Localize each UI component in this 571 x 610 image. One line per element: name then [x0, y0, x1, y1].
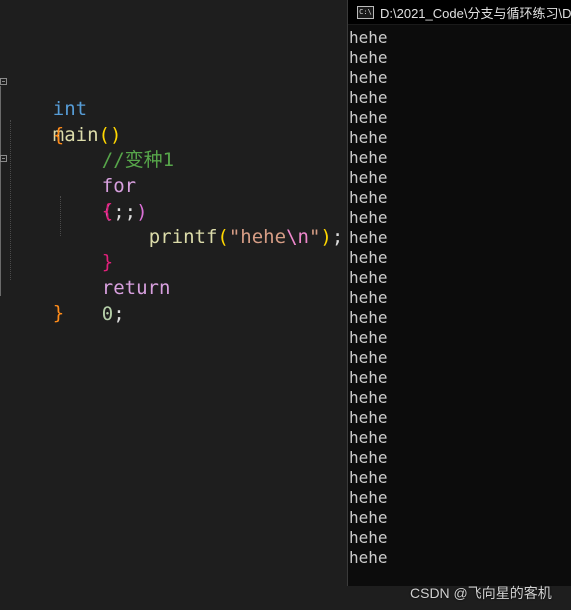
console-output-line: hehe [349, 268, 388, 287]
console-output-line: hehe [349, 188, 388, 207]
console-output-line: hehe [349, 548, 388, 567]
console-output-line: hehe [349, 68, 388, 87]
console-output-line: hehe [349, 448, 388, 467]
printf-escape-sequence: \n [286, 226, 309, 248]
printf-semicolon: ; [331, 226, 344, 248]
code-line-for-close-brace[interactable]: } [56, 223, 113, 273]
console-app-icon: C:\ [357, 5, 374, 19]
console-output-line: hehe [349, 408, 388, 427]
console-output-line: hehe [349, 308, 388, 327]
console-titlebar[interactable]: C:\ D:\2021_Code\分支与循环练习\Debug\ [348, 0, 571, 25]
code-line-for[interactable]: for (;;) [56, 147, 148, 223]
return-value: 0 [101, 303, 114, 325]
code-line-main[interactable]: int main() [7, 70, 122, 146]
console-output-line: hehe [349, 168, 388, 187]
gutter-fold-line [0, 86, 1, 296]
console-output-line: hehe [349, 328, 388, 347]
console-output-line: hehe [349, 488, 388, 507]
console-output-line: hehe [349, 428, 388, 447]
console-output-line: hehe [349, 108, 388, 127]
console-output-line: hehe [349, 148, 388, 167]
console-output-line: hehe [349, 208, 388, 227]
console-output-line: hehe [349, 368, 388, 387]
printf-string-end: " [308, 226, 321, 248]
console-output-line: hehe [349, 128, 388, 147]
console-output-line: hehe [349, 388, 388, 407]
code-line-open-brace[interactable]: { [7, 96, 64, 146]
console-output-line: hehe [349, 228, 388, 247]
console-output-line: hehe [349, 528, 388, 547]
return-semicolon: ; [113, 303, 125, 325]
console-output-line: hehe [349, 248, 388, 267]
code-line-comment[interactable]: //变种1 [56, 121, 174, 171]
close-brace: } [52, 302, 65, 324]
console-title: D:\2021_Code\分支与循环练习\Debug\ [380, 5, 571, 21]
code-line-return[interactable]: return 0; [56, 249, 171, 325]
console-output-line: hehe [349, 468, 388, 487]
console-output-line: hehe [349, 48, 388, 67]
fold-for-icon[interactable] [0, 155, 7, 162]
console-output-line: hehe [349, 288, 388, 307]
console-output-line: hehe [349, 88, 388, 107]
printf-function-name: printf [148, 226, 218, 248]
console-output-line: hehe [349, 508, 388, 527]
printf-string: "hehe [228, 226, 287, 248]
printf-paren-open: ( [217, 226, 229, 248]
console-window[interactable]: C:\ D:\2021_Code\分支与循环练习\Debug\ hehehehe… [347, 0, 571, 586]
console-output: hehe hehe hehe hehe hehe hehe hehe hehe hehe hehe… [348, 28, 571, 568]
console-output-line: hehe [349, 28, 388, 47]
fold-main-icon[interactable] [0, 78, 7, 85]
code-line-printf[interactable]: printf("hehe\n"); [103, 198, 344, 248]
code-line-for-open-brace[interactable]: { [56, 172, 113, 222]
watermark: CSDN @飞向星的客机 [410, 585, 552, 601]
return-keyword: return [101, 277, 171, 299]
printf-paren-close: ) [320, 226, 332, 248]
code-line-close-brace[interactable]: } [7, 274, 64, 324]
console-output-line: hehe [349, 348, 388, 367]
